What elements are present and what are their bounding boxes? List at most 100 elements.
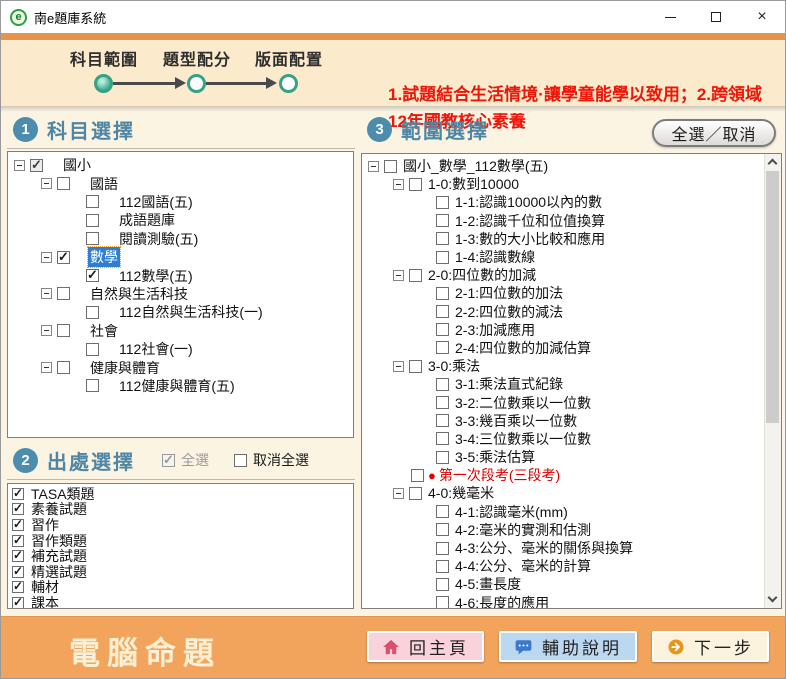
tree-item[interactable]: 112國語(五) [8,193,353,211]
tree-checkbox[interactable] [409,269,422,282]
expand-collapse-icon[interactable] [41,178,52,189]
help-button[interactable]: 輔助說明 [499,631,637,662]
tree-checkbox[interactable] [57,361,70,374]
select-all-checkbox[interactable] [162,454,175,467]
tree-checkbox[interactable] [436,578,449,591]
tree-checkbox[interactable] [57,251,70,264]
tree-item[interactable]: 2-2:四位數的減法 [362,303,764,321]
tree-checkbox[interactable] [86,379,99,392]
tree-checkbox[interactable] [57,177,70,190]
expand-collapse-icon[interactable] [393,488,404,499]
source-list-box[interactable]: TASA類題素養試題習作習作類題補充試題精選試題輔材課本 [7,483,354,609]
tree-item[interactable]: 4-4:公分、毫米的計算 [362,557,764,575]
maximize-button[interactable] [693,1,739,33]
tree-checkbox[interactable] [86,269,99,282]
list-checkbox[interactable] [12,550,24,562]
tree-checkbox[interactable] [436,396,449,409]
tree-item[interactable]: 4-6:長度的應用 [362,594,764,609]
list-checkbox[interactable] [12,503,24,515]
expand-collapse-icon[interactable] [393,270,404,281]
home-button[interactable]: 回主頁 [367,631,484,662]
subject-tree-box[interactable]: 國小國語112國語(五)成語題庫閱讀測驗(五)數學112數學(五)自然與生活科技… [7,151,354,438]
list-checkbox[interactable] [12,581,24,593]
tree-item[interactable]: 1-1:認識10000以內的數 [362,193,764,211]
tree-checkbox[interactable] [86,306,99,319]
tree-checkbox[interactable] [436,305,449,318]
tree-item[interactable]: 112自然與生活科技(一) [8,303,353,321]
select-all-toggle-button[interactable]: 全選／取消 [652,119,776,147]
expand-collapse-icon[interactable] [41,362,52,373]
tree-item[interactable]: 3-0:乘法 [362,357,764,375]
tree-checkbox[interactable] [436,414,449,427]
tree-checkbox[interactable] [436,251,449,264]
tree-checkbox[interactable] [384,160,397,173]
range-tree[interactable]: 國小_數學_112數學(五)1-0:數到100001-1:認識10000以內的數… [362,154,764,608]
expand-collapse-icon[interactable] [393,179,404,190]
tree-checkbox[interactable] [436,232,449,245]
tree-item[interactable]: 3-5:乘法估算 [362,448,764,466]
range-tree-box[interactable]: 國小_數學_112數學(五)1-0:數到100001-1:認識10000以內的數… [361,153,782,609]
tree-item[interactable]: 成語題庫 [8,211,353,229]
list-item[interactable]: 素養試題 [8,502,353,518]
tree-item[interactable]: 1-4:認識數線 [362,248,764,266]
tree-item[interactable]: 3-4:三位數乘以一位數 [362,430,764,448]
scroll-up-button[interactable] [765,154,781,171]
list-checkbox[interactable] [12,597,24,609]
expand-collapse-icon[interactable] [41,325,52,336]
close-button[interactable]: × [739,1,785,33]
list-checkbox[interactable] [12,566,24,578]
tree-checkbox[interactable] [86,232,99,245]
scrollbar-thumb[interactable] [766,171,779,423]
tree-item[interactable]: 3-1:乘法直式紀錄 [362,375,764,393]
tree-checkbox[interactable] [436,341,449,354]
tree-item[interactable]: 4-2:毫米的實測和估測 [362,521,764,539]
tree-item[interactable]: 112數學(五) [8,266,353,284]
list-item[interactable]: 精選試題 [8,564,353,580]
list-checkbox[interactable] [12,488,24,500]
tree-item[interactable]: 112社會(一) [8,340,353,358]
scroll-down-button[interactable] [765,591,781,608]
tree-item[interactable]: 閱讀測驗(五) [8,230,353,248]
tree-checkbox[interactable] [436,378,449,391]
tree-checkbox[interactable] [436,560,449,573]
tree-checkbox[interactable] [86,343,99,356]
tree-item[interactable]: ●第一次段考(三段考) [362,466,764,484]
tree-checkbox[interactable] [436,214,449,227]
expand-collapse-icon[interactable] [393,361,404,372]
tree-item[interactable]: 3-3:幾百乘以一位數 [362,412,764,430]
tree-item[interactable]: 4-3:公分、毫米的關係與換算 [362,539,764,557]
tree-item[interactable]: 4-0:幾毫米 [362,484,764,502]
tree-item[interactable]: 4-1:認識毫米(mm) [362,503,764,521]
tree-item[interactable]: 國小_數學_112數學(五) [362,157,764,175]
tree-checkbox[interactable] [436,596,449,608]
tree-checkbox[interactable] [57,324,70,337]
tree-checkbox[interactable] [409,178,422,191]
tree-checkbox[interactable] [57,287,70,300]
list-checkbox[interactable] [12,535,24,547]
tree-checkbox[interactable] [86,195,99,208]
expand-collapse-icon[interactable] [368,161,379,172]
tree-checkbox[interactable] [409,487,422,500]
expand-collapse-icon[interactable] [41,252,52,263]
tree-checkbox[interactable] [436,287,449,300]
tree-item[interactable]: 國語 [8,174,353,192]
tree-item[interactable]: 2-1:四位數的加法 [362,284,764,302]
select-all-checkbox-group[interactable]: 全選 [162,450,209,470]
tree-item[interactable]: 2-4:四位數的加減估算 [362,339,764,357]
tree-checkbox[interactable] [411,469,424,482]
tree-checkbox[interactable] [436,523,449,536]
expand-collapse-icon[interactable] [14,160,25,171]
tree-checkbox[interactable] [436,323,449,336]
scrollbar[interactable] [764,154,781,608]
tree-checkbox[interactable] [409,360,422,373]
tree-checkbox[interactable] [436,432,449,445]
tree-checkbox[interactable] [436,542,449,555]
tree-item[interactable]: 自然與生活科技 [8,285,353,303]
deselect-all-checkbox-group[interactable]: 取消全選 [234,450,309,470]
tree-item[interactable]: 112健康與體育(五) [8,377,353,395]
tree-item[interactable]: 3-2:二位數乘以一位數 [362,393,764,411]
tree-item[interactable]: 2-3:加減應用 [362,321,764,339]
tree-checkbox[interactable] [30,159,43,172]
next-step-button[interactable]: 下一步 [652,631,769,662]
minimize-button[interactable] [647,1,693,33]
